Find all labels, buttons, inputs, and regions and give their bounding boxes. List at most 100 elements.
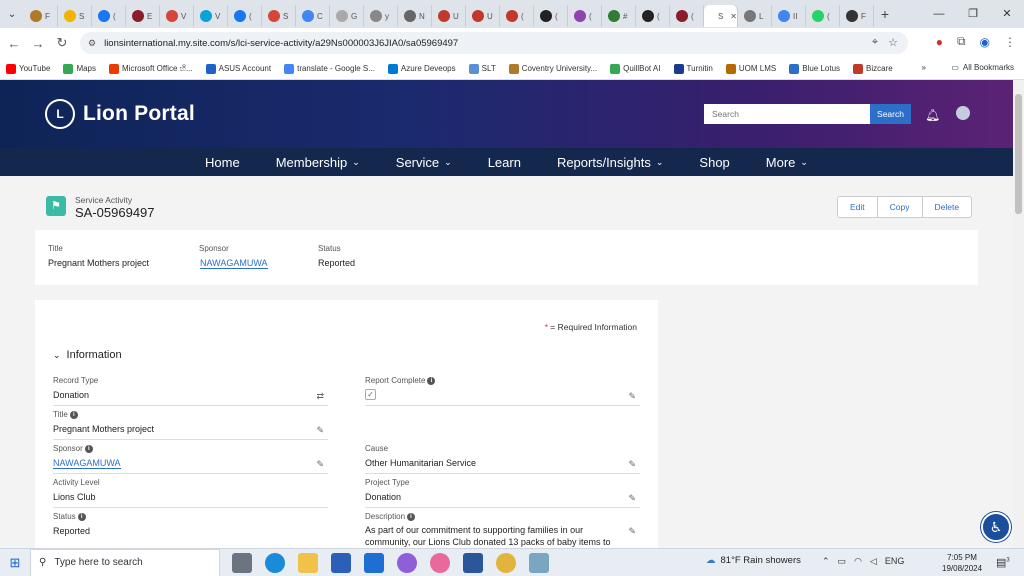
bookmark-item[interactable]: ASUS Account [205,63,271,74]
task-view-icon[interactable] [232,552,252,573]
nav-item-more[interactable]: More ⌄ [748,155,826,170]
windows-start-icon[interactable]: ⊞ [0,555,30,571]
browser-tab[interactable]: ( [500,5,534,27]
edit-title-pencil-icon[interactable]: ✎ [316,425,324,436]
browser-tab[interactable]: ( [92,5,126,27]
info-icon[interactable]: i [77,512,86,521]
browser-tab[interactable]: ( [568,5,602,27]
forward-icon[interactable]: → [26,36,50,51]
store-icon[interactable] [331,552,351,573]
reload-icon[interactable]: ↻ [50,35,74,51]
edit-project-type-pencil-icon[interactable]: ✎ [628,493,636,504]
extension-icon[interactable]: ● [936,35,943,49]
bookmark-item[interactable]: translate - Google S... [284,63,375,74]
browser-tab[interactable]: C [296,5,330,27]
battery-icon[interactable]: ▭ [838,556,847,567]
new-tab-button[interactable]: + [874,6,896,22]
bookmark-item[interactable]: Azure Deveops [387,63,456,74]
nav-item-home[interactable]: Home [187,155,258,170]
close-window-icon[interactable]: ✕ [990,0,1024,28]
restore-icon[interactable]: ❐ [956,0,990,28]
portal-search-input[interactable] [704,104,871,124]
browser-tab[interactable]: S [58,5,92,27]
mail-icon[interactable] [364,552,384,573]
info-icon[interactable]: i [407,512,416,521]
nav-item-membership[interactable]: Membership ⌄ [258,155,378,170]
nav-item-service[interactable]: Service ⌄ [378,155,470,170]
bookmark-item[interactable]: Microsoft Office හි... [109,63,193,74]
accessibility-icon[interactable]: ♿︎ [981,512,1011,542]
bookmark-item[interactable]: Turnitin [673,63,713,74]
minimize-icon[interactable]: — [922,0,956,28]
report-complete-checkbox[interactable]: ✓ [365,389,376,400]
all-bookmarks[interactable]: ▭ All Bookmarks [951,63,1014,72]
bookmarks-overflow-icon[interactable]: » [922,63,926,72]
taskbar-clock[interactable]: 7:05 PM 19/08/2024 [942,552,982,574]
browser-tab[interactable]: N [398,5,432,27]
app-icon[interactable] [430,552,450,573]
browser-tab[interactable]: U [432,5,466,27]
scrollbar-thumb[interactable] [1015,94,1022,214]
bookmark-item[interactable]: YouTube [6,63,50,74]
url-field[interactable]: ⚙ lionsinternational.my.site.com/s/lci-s… [80,32,908,54]
chrome-icon[interactable] [496,552,516,573]
change-record-type-icon[interactable]: ⇄ [316,391,324,402]
nav-item-reports-insights[interactable]: Reports/Insights ⌄ [539,155,681,170]
info-icon[interactable]: i [84,444,93,453]
nav-item-learn[interactable]: Learn [470,155,539,170]
profile-icon[interactable]: ◉ [980,35,990,49]
vscode-icon[interactable] [529,552,549,573]
browser-tab[interactable]: L [738,5,772,27]
site-info-icon[interactable]: ⚙ [88,38,96,49]
bookmark-item[interactable]: UOM LMS [725,63,776,74]
sponsor-link[interactable]: NAWAGAMUWA [200,258,268,269]
file-explorer-icon[interactable] [298,552,318,573]
browser-tab[interactable]: ( [670,5,704,27]
browser-tab[interactable]: ( [228,5,262,27]
bookmark-star-icon[interactable]: ☆ [888,36,898,49]
portal-search-button[interactable]: Search [870,104,911,124]
chevron-up-icon[interactable]: ⌃ [822,556,830,567]
browser-tab[interactable]: ( [636,5,670,27]
browser-tab[interactable]: y [364,5,398,27]
tab-search-button[interactable]: ⌄ [0,0,24,28]
sponsor-field-link[interactable]: NAWAGAMUWA [53,458,121,469]
page-scrollbar[interactable] [1013,80,1024,548]
volume-icon[interactable]: ◁ [870,556,877,567]
browser-tab[interactable]: # [602,5,636,27]
browser-tab[interactable]: F [24,5,58,27]
bookmark-item[interactable]: Coventry University... [508,63,597,74]
bookmark-item[interactable]: Blue Lotus [789,63,840,74]
kebab-menu-icon[interactable]: ⋮ [1004,35,1016,49]
information-section-toggle[interactable]: ⌄ Information [53,349,122,361]
browser-tab[interactable]: II [772,5,806,27]
nav-item-shop[interactable]: Shop [681,155,747,170]
browser-tab[interactable]: S [262,5,296,27]
weather-widget[interactable]: ☁ 81°F Rain showers [706,555,801,566]
user-avatar[interactable] [956,106,970,120]
browser-tab[interactable]: ( [534,5,568,27]
edit-button[interactable]: Edit [838,197,878,217]
browser-tab[interactable]: ( [806,5,840,27]
browser-tab[interactable]: V [194,5,228,27]
browser-tab[interactable]: S ✕ [704,5,738,27]
copilot-icon[interactable] [397,552,417,573]
browser-tab[interactable]: G [330,5,364,27]
location-icon[interactable]: ⌖ [872,36,878,49]
edit-report-complete-pencil-icon[interactable]: ✎ [628,391,636,402]
language-indicator[interactable]: ENG [885,556,905,567]
browser-tab[interactable]: E [126,5,160,27]
edit-sponsor-pencil-icon[interactable]: ✎ [316,459,324,470]
taskbar-search-box[interactable]: ⚲ Type here to search [30,548,220,576]
notification-icon[interactable]: ▤3 [996,556,1010,569]
edge-icon[interactable] [265,552,285,573]
info-icon[interactable]: i [427,376,436,385]
browser-tab[interactable]: F [840,5,874,27]
bookmark-item[interactable]: QuillBot AI [610,63,661,74]
copy-button[interactable]: Copy [878,197,923,217]
puzzle-icon[interactable]: ⧉ [957,34,966,49]
wifi-icon[interactable]: ◠ [854,556,862,567]
bookmark-item[interactable]: Bizcare [853,63,893,74]
close-tab-icon[interactable]: ✕ [730,12,737,21]
bell-icon[interactable]: 🔔︎ [925,108,940,122]
